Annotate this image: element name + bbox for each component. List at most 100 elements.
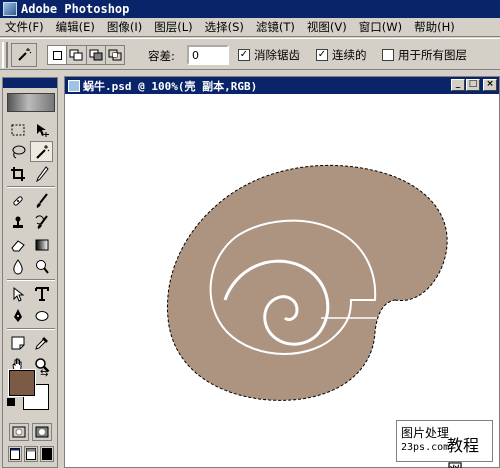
document-title-bar[interactable]: 蜗牛.psd @ 100%(壳 副本,RGB) _ □ × [65,77,499,94]
blur-icon [12,258,23,274]
document-window: 蜗牛.psd @ 100%(壳 副本,RGB) _ □ × [64,76,500,468]
antialias-checkbox[interactable]: ✓ 消除锯齿 [238,47,300,63]
eraser-icon [10,239,25,251]
canvas[interactable] [65,94,499,467]
standard-screen-button[interactable] [8,446,22,462]
menu-view[interactable]: 视图(V) [302,19,354,35]
crop-icon [10,166,25,181]
contiguous-label: 连续的 [332,48,367,62]
tolerance-label: 容差: [148,49,175,63]
menu-layer[interactable]: 图层(L) [149,19,199,35]
tool-gradient[interactable] [30,234,53,255]
tool-crop[interactable] [6,163,29,184]
full-screen-icon [42,448,52,460]
tolerance-input[interactable] [187,45,229,65]
magic-wand-icon [18,48,32,61]
options-bar: 容差: ✓ 消除锯齿 ✓ 连续的 用于所有图层 [0,38,500,70]
contiguous-checkbox[interactable]: ✓ 连续的 [316,47,367,63]
brush-icon [36,192,48,208]
ellipse-shape-icon [35,310,48,321]
antialias-label: 消除锯齿 [254,48,300,62]
tool-eyedropper[interactable] [30,332,53,353]
adobe-online-logo[interactable] [7,93,55,112]
dodge-icon [35,259,49,274]
add-to-selection-icon [69,49,83,61]
document-title: 蜗牛.psd @ 100%(壳 副本,RGB) [83,79,258,93]
intersect-selection-button[interactable] [105,46,124,64]
minimize-button[interactable]: _ [451,79,465,91]
new-selection-button[interactable] [48,46,68,64]
rectangular-marquee-icon [11,124,24,135]
lasso-icon [12,145,25,158]
watermark-big-text: 教程网 [447,436,480,468]
menu-filter[interactable]: 滤镜(T) [251,19,302,35]
menu-file[interactable]: 文件(F) [0,19,51,35]
tool-slice[interactable] [30,163,53,184]
full-screen-button[interactable] [40,446,54,462]
pen-icon [13,308,22,322]
subtract-from-selection-icon [89,49,103,61]
standard-mode-icon [12,426,26,438]
all-layers-label: 用于所有图层 [398,48,467,62]
watermark: 图片处理 教程网 23ps.com [396,420,493,468]
app-title-bar: Adobe Photoshop [0,0,500,18]
default-colors-icon[interactable] [7,398,15,406]
tools-separator [7,279,55,281]
tool-dodge[interactable] [30,256,53,277]
tool-notes[interactable] [6,332,29,353]
selection-mode-group [47,45,125,65]
photoshop-app-icon [3,2,17,16]
tools-separator [7,328,55,330]
quick-mask-mode-button[interactable] [32,423,52,441]
swap-colors-icon[interactable]: ⇆ [40,368,48,379]
use-all-layers-checkbox[interactable]: 用于所有图层 [382,47,467,63]
foreground-color-swatch[interactable] [8,369,36,397]
tool-preset-picker[interactable] [11,43,37,67]
eyedropper-icon [34,336,48,350]
watermark-line1: 图片处理 [401,426,450,440]
tool-lasso[interactable] [6,141,29,162]
notes-icon [11,336,24,349]
tool-path-selection[interactable] [6,283,29,304]
document-window-controls: _ □ × [451,79,497,91]
tool-ellipse-shape[interactable] [30,305,53,326]
snail-shell-artwork [167,164,448,401]
menu-window[interactable]: 窗口(W) [354,19,409,35]
add-to-selection-button[interactable] [67,46,87,64]
tool-eraser[interactable] [6,234,29,255]
antialias-check-box: ✓ [238,49,250,61]
tool-rectangular-marquee[interactable] [6,119,29,140]
tools-palette-titlebar[interactable] [3,78,57,88]
tools-palette: ⇆ [2,77,58,468]
tool-blur[interactable] [6,256,29,277]
history-brush-icon [35,214,48,229]
standard-mode-button[interactable] [9,423,29,441]
tool-type[interactable] [30,283,53,304]
tool-clone-stamp[interactable] [6,212,29,233]
full-screen-menu-button[interactable] [24,446,38,462]
options-bar-grip[interactable] [2,42,8,68]
standard-screen-icon [10,448,20,460]
all-layers-check-box [382,49,394,61]
path-selection-icon [13,286,24,302]
tool-pen[interactable] [6,305,29,326]
menu-image[interactable]: 图像(I) [102,19,149,35]
menu-select[interactable]: 选择(S) [200,19,251,35]
menu-bar: 文件(F) 编辑(E) 图像(I) 图层(L) 选择(S) 滤镜(T) 视图(V… [0,18,500,37]
menu-help[interactable]: 帮助(H) [409,19,462,35]
tool-move[interactable] [30,119,53,140]
tool-magic-wand[interactable] [30,141,53,162]
close-button[interactable]: × [483,79,497,91]
quick-mask-icon [35,426,49,438]
menu-edit[interactable]: 编辑(E) [51,19,102,35]
tool-history-brush[interactable] [30,212,53,233]
full-screen-menu-icon [26,448,36,460]
tool-healing-brush[interactable] [6,190,29,211]
magic-wand-icon [35,144,49,159]
tool-brush[interactable] [30,190,53,211]
intersect-selection-icon [108,49,122,61]
subtract-from-selection-button[interactable] [86,46,106,64]
slice-icon [35,165,49,182]
maximize-button[interactable]: □ [466,79,480,91]
new-selection-icon [52,50,62,60]
